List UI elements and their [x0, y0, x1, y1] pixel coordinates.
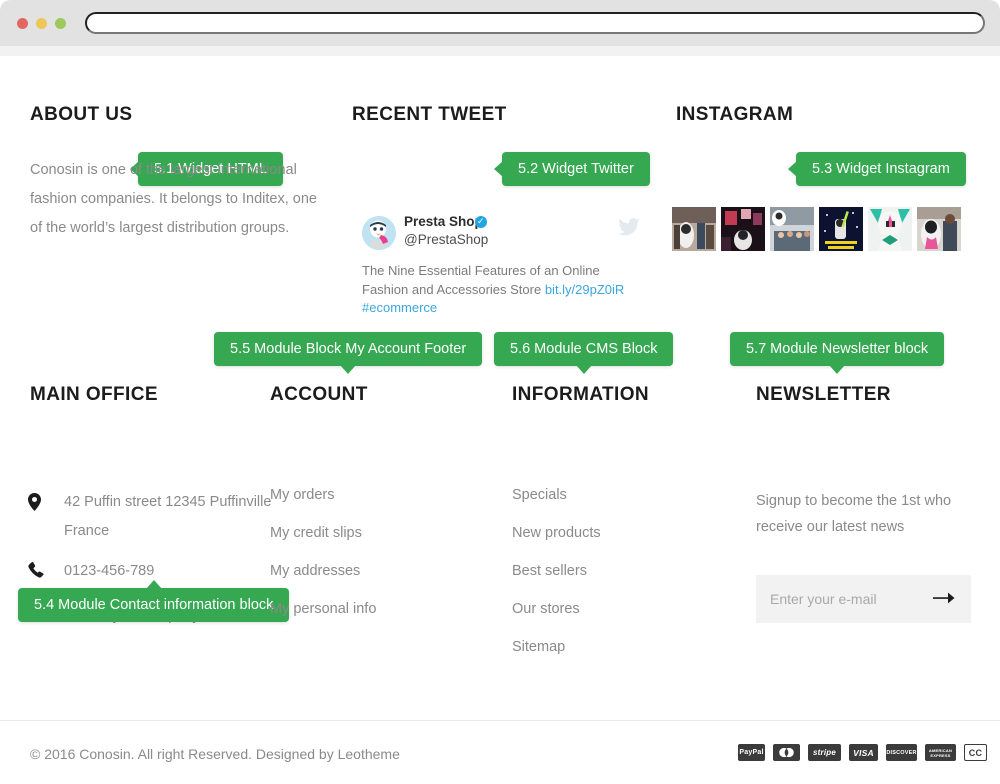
- list-item[interactable]: Our stores: [512, 597, 601, 621]
- maximize-window-icon[interactable]: [55, 18, 66, 29]
- tweet-header: Presta Shop @PrestaShop: [362, 214, 652, 262]
- newsletter-form: [756, 575, 971, 623]
- tweet-link[interactable]: bit.ly/29pZ0iR: [545, 282, 624, 297]
- location-pin-icon: [28, 493, 41, 511]
- annotation-badge-5-2: 5.2 Widget Twitter: [494, 152, 650, 186]
- tweet-body: The Nine Essential Features of an Online…: [362, 262, 637, 318]
- instagram-thumbnail[interactable]: [868, 207, 912, 251]
- window-controls: [17, 18, 66, 29]
- instagram-title: INSTAGRAM: [676, 104, 794, 125]
- list-item[interactable]: New products: [512, 521, 601, 545]
- payment-methods-row: PayPal stripe VISA DISCOVER AMERICAN EXP…: [738, 744, 987, 761]
- footer-page-content: ABOUT US 5.1 Widget HTML Conosin is one …: [0, 56, 1000, 784]
- annotation-badge-5-5: 5.5 Module Block My Account Footer: [214, 332, 483, 374]
- verified-badge-icon: [475, 214, 487, 228]
- browser-window: ABOUT US 5.1 Widget HTML Conosin is one …: [0, 0, 1000, 784]
- contact-address-text: 42 Puffin street 12345 Puffinville Franc…: [64, 494, 272, 539]
- account-link-list: My orders My credit slips My addresses M…: [270, 483, 376, 635]
- avatar: [362, 216, 396, 250]
- account-title: ACCOUNT: [270, 384, 368, 405]
- newsletter-email-input[interactable]: [770, 575, 920, 623]
- mastercard-icon: [773, 744, 800, 761]
- copyright-text: © 2016 Conosin. All right Reserved. Desi…: [30, 746, 400, 762]
- minimize-window-icon[interactable]: [36, 18, 47, 29]
- about-us-text: Conosin is one of the largest internatio…: [30, 162, 317, 236]
- tweet-handle[interactable]: @PrestaShop: [404, 232, 488, 247]
- list-item[interactable]: Best sellers: [512, 559, 601, 583]
- stripe-icon: stripe: [808, 744, 841, 761]
- newsletter-submit-button[interactable]: [931, 575, 957, 623]
- address-bar-input[interactable]: [85, 12, 985, 34]
- list-item[interactable]: My addresses: [270, 559, 376, 583]
- tweet-hashtag[interactable]: #ecommerce: [362, 300, 437, 315]
- instagram-thumbnail[interactable]: [721, 207, 765, 251]
- list-item[interactable]: My orders: [270, 483, 376, 507]
- american-express-icon: AMERICAN EXPRESS: [925, 744, 956, 761]
- information-title: INFORMATION: [512, 384, 650, 405]
- close-window-icon[interactable]: [17, 18, 28, 29]
- tweet-display-name: Presta Shop: [404, 214, 483, 229]
- instagram-thumbnail[interactable]: [770, 207, 814, 251]
- instagram-thumbnail[interactable]: [672, 207, 716, 251]
- browser-titlebar: [0, 0, 1000, 46]
- recent-tweet-title: RECENT TWEET: [352, 104, 507, 125]
- newsletter-title: NEWSLETTER: [756, 384, 891, 405]
- cc-icon: CC: [964, 744, 987, 761]
- instagram-thumbnail[interactable]: [917, 207, 961, 251]
- annotation-badge-5-3: 5.3 Widget Instagram: [788, 152, 966, 186]
- twitter-bird-icon: [618, 218, 640, 241]
- list-item[interactable]: Specials: [512, 483, 601, 507]
- chrome-divider: [0, 46, 1000, 56]
- discover-icon: DISCOVER: [886, 744, 917, 761]
- contact-information-block: 42 Puffin street 12345 Puffinville Franc…: [28, 488, 278, 647]
- about-us-title: ABOUT US: [30, 104, 133, 125]
- contact-address-row: 42 Puffin street 12345 Puffinville Franc…: [28, 488, 278, 546]
- contact-phone-text[interactable]: 0123-456-789: [64, 563, 154, 579]
- paypal-icon: PayPal: [738, 744, 765, 761]
- information-link-list: Specials New products Best sellers Our s…: [512, 483, 601, 673]
- instagram-thumbnail[interactable]: [819, 207, 863, 251]
- newsletter-description: Signup to become the 1st who receive our…: [756, 493, 952, 535]
- visa-icon: VISA: [849, 744, 878, 761]
- phone-icon: [28, 562, 44, 578]
- footer-divider: [0, 720, 1000, 721]
- annotation-badge-5-6: 5.6 Module CMS Block: [494, 332, 674, 374]
- instagram-thumbnail-row: [672, 207, 961, 251]
- list-item[interactable]: My personal info: [270, 597, 376, 621]
- main-office-title: MAIN OFFICE: [30, 384, 158, 405]
- annotation-badge-5-7: 5.7 Module Newsletter block: [730, 332, 945, 374]
- list-item[interactable]: My credit slips: [270, 521, 376, 545]
- list-item[interactable]: Sitemap: [512, 635, 601, 659]
- annotation-badge-5-4: 5.4 Module Contact information block: [18, 580, 290, 622]
